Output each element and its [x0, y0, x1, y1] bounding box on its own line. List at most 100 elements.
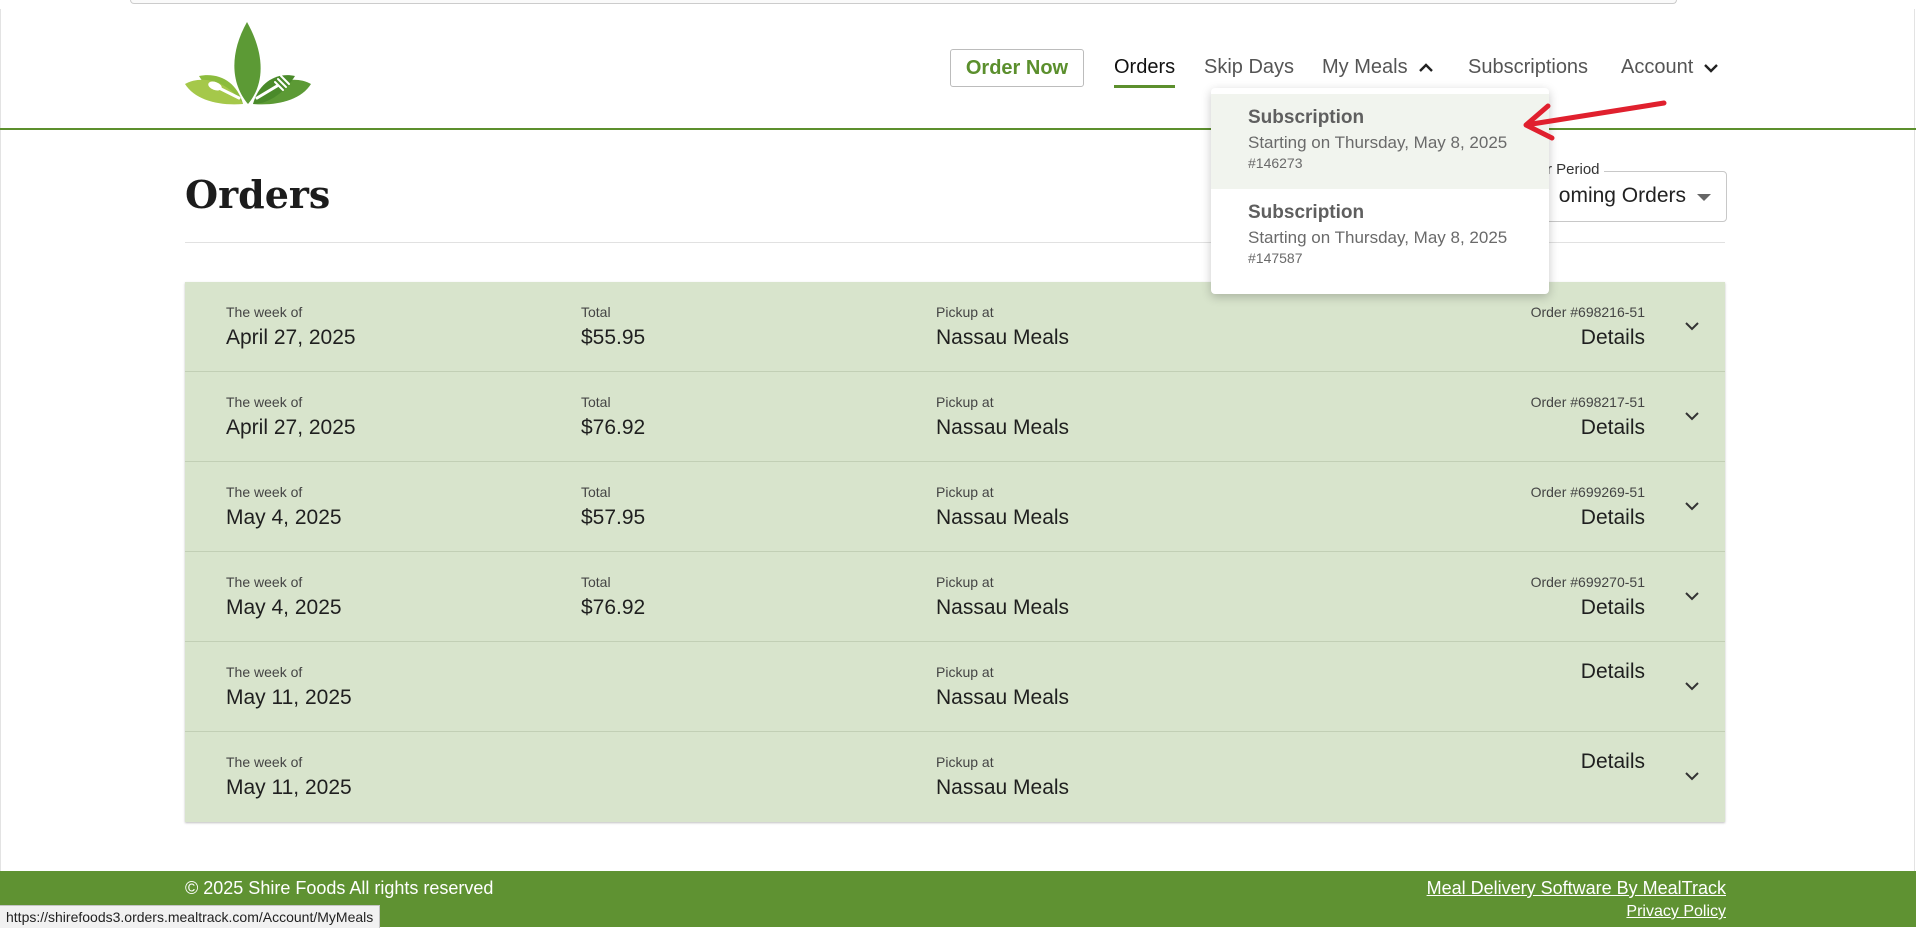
total-label: Total — [581, 484, 611, 500]
week-value: May 4, 2025 — [226, 596, 342, 619]
total-value: $55.95 — [581, 326, 646, 349]
page-title: Orders — [185, 172, 331, 217]
week-cell: The week of May 11, 2025 — [226, 664, 352, 713]
order-number: Order #698216-51 — [1530, 304, 1645, 320]
chevron-down-icon[interactable] — [1684, 589, 1700, 607]
order-info-cell: Order #699270-51 Details — [1531, 574, 1645, 623]
total-cell: Total $76.92 — [581, 574, 645, 623]
pickup-value: Nassau Meals — [936, 416, 1070, 439]
pickup-value: Nassau Meals — [936, 596, 1070, 619]
pickup-value: Nassau Meals — [936, 776, 1070, 799]
pickup-value: Nassau Meals — [936, 686, 1070, 709]
order-now-button[interactable]: Order Now — [950, 49, 1084, 87]
chevron-down-icon[interactable] — [1684, 319, 1700, 337]
details-link[interactable]: Details — [1531, 323, 1645, 353]
pickup-value: Nassau Meals — [936, 506, 1070, 529]
dropdown-item-number: #147587 — [1248, 250, 1303, 266]
week-cell: The week of April 27, 2025 — [226, 394, 356, 443]
chevron-down-icon[interactable] — [1684, 769, 1700, 787]
dropdown-item-number: #146273 — [1248, 155, 1303, 171]
dropdown-item-title: Subscription — [1248, 107, 1365, 128]
nav-skip-days-label: Skip Days — [1204, 56, 1295, 78]
status-bar-url: https://shirefoods3.orders.mealtrack.com… — [0, 905, 381, 928]
details-link[interactable]: Details — [1531, 413, 1645, 443]
copyright-text: © 2025 Shire Foods All rights reserved — [185, 878, 494, 898]
pickup-cell: Pickup at Nassau Meals — [936, 304, 1069, 353]
order-info-cell: Details — [1581, 744, 1645, 777]
dropdown-item-subscription[interactable]: Subscription Starting on Thursday, May 8… — [1211, 189, 1549, 284]
week-label: The week of — [226, 574, 303, 590]
pickup-cell: Pickup at Nassau Meals — [936, 574, 1069, 623]
total-cell: Total $55.95 — [581, 304, 645, 353]
nav-my-meals[interactable]: My Meals — [1322, 56, 1434, 79]
week-label: The week of — [226, 484, 303, 500]
pickup-label: Pickup at — [936, 754, 994, 770]
details-link[interactable]: Details — [1581, 657, 1645, 687]
brand-logo[interactable] — [185, 20, 312, 106]
chevron-down-icon[interactable] — [1684, 679, 1700, 697]
order-number: Order #698217-51 — [1530, 394, 1645, 410]
total-value: $57.95 — [581, 506, 646, 529]
total-value: $76.92 — [581, 416, 646, 439]
order-info-cell: Order #698217-51 Details — [1531, 394, 1645, 443]
nav-my-meals-label: My Meals — [1322, 56, 1408, 78]
nav-subscriptions-label: Subscriptions — [1468, 56, 1589, 78]
pickup-cell: Pickup at Nassau Meals — [936, 754, 1069, 803]
dropdown-item-subtitle: Starting on Thursday, May 8, 2025 — [1248, 133, 1508, 152]
chevron-down-icon — [1703, 62, 1719, 74]
pickup-cell: Pickup at Nassau Meals — [936, 484, 1069, 533]
mealtrack-link[interactable]: Meal Delivery Software By MealTrack — [1427, 878, 1726, 899]
dropdown-item-subscription[interactable]: Subscription Starting on Thursday, May 8… — [1211, 94, 1549, 189]
pickup-label: Pickup at — [936, 484, 994, 500]
week-value: May 11, 2025 — [226, 776, 352, 799]
privacy-policy-link[interactable]: Privacy Policy — [1626, 903, 1726, 921]
nav-account[interactable]: Account — [1621, 56, 1719, 79]
order-row[interactable]: The week of May 11, 2025 Pickup at Nassau … — [185, 642, 1725, 732]
total-cell: Total $57.95 — [581, 484, 645, 533]
order-number: Order #699270-51 — [1530, 574, 1645, 590]
total-label: Total — [581, 574, 611, 590]
pickup-label: Pickup at — [936, 664, 994, 680]
pickup-value: Nassau Meals — [936, 326, 1070, 349]
week-label: The week of — [226, 754, 303, 770]
details-link[interactable]: Details — [1581, 747, 1645, 777]
total-label: Total — [581, 304, 611, 320]
nav-subscriptions[interactable]: Subscriptions — [1468, 56, 1588, 79]
nav-orders[interactable]: Orders — [1114, 56, 1176, 88]
week-value: April 27, 2025 — [226, 326, 356, 349]
nav-account-label: Account — [1621, 56, 1694, 78]
details-link[interactable]: Details — [1531, 593, 1645, 623]
week-label: The week of — [226, 394, 303, 410]
order-row[interactable]: The week of May 11, 2025 Pickup at Nassau … — [185, 732, 1725, 822]
week-cell: The week of May 11, 2025 — [226, 754, 352, 803]
order-row[interactable]: The week of May 4, 2025 Total $57.95 Picku… — [185, 462, 1725, 552]
order-row[interactable]: The week of April 27, 2025 Total $55.95 Pi… — [185, 282, 1725, 372]
order-info-cell: Details — [1581, 654, 1645, 687]
nav-orders-label: Orders — [1114, 56, 1176, 78]
total-label: Total — [581, 394, 611, 410]
my-meals-dropdown: Subscription Starting on Thursday, May 8… — [1211, 88, 1549, 294]
chevron-down-icon[interactable] — [1684, 409, 1700, 427]
order-row[interactable]: The week of April 27, 2025 Total $76.92 Pi… — [185, 372, 1725, 462]
dropdown-item-subtitle: Starting on Thursday, May 8, 2025 — [1248, 228, 1508, 247]
total-cell: Total $76.92 — [581, 394, 645, 443]
pickup-label: Pickup at — [936, 574, 994, 590]
week-cell: The week of April 27, 2025 — [226, 304, 356, 353]
details-link[interactable]: Details — [1531, 503, 1645, 533]
week-cell: The week of May 4, 2025 — [226, 574, 342, 623]
week-label: The week of — [226, 304, 303, 320]
order-row[interactable]: The week of May 4, 2025 Total $76.92 Picku… — [185, 552, 1725, 642]
week-cell: The week of May 4, 2025 — [226, 484, 342, 533]
orders-list: The week of April 27, 2025 Total $55.95 Pi… — [185, 282, 1725, 822]
pickup-label: Pickup at — [936, 394, 994, 410]
order-period-value: oming Orders — [1558, 184, 1686, 207]
pickup-label: Pickup at — [936, 304, 994, 320]
chevron-up-icon — [1418, 62, 1434, 74]
nav-skip-days[interactable]: Skip Days — [1204, 56, 1294, 79]
pickup-cell: Pickup at Nassau Meals — [936, 394, 1069, 443]
week-value: April 27, 2025 — [226, 416, 356, 439]
week-label: The week of — [226, 664, 303, 680]
caret-down-icon — [1697, 194, 1711, 201]
chevron-down-icon[interactable] — [1684, 499, 1700, 517]
total-value: $76.92 — [581, 596, 646, 619]
